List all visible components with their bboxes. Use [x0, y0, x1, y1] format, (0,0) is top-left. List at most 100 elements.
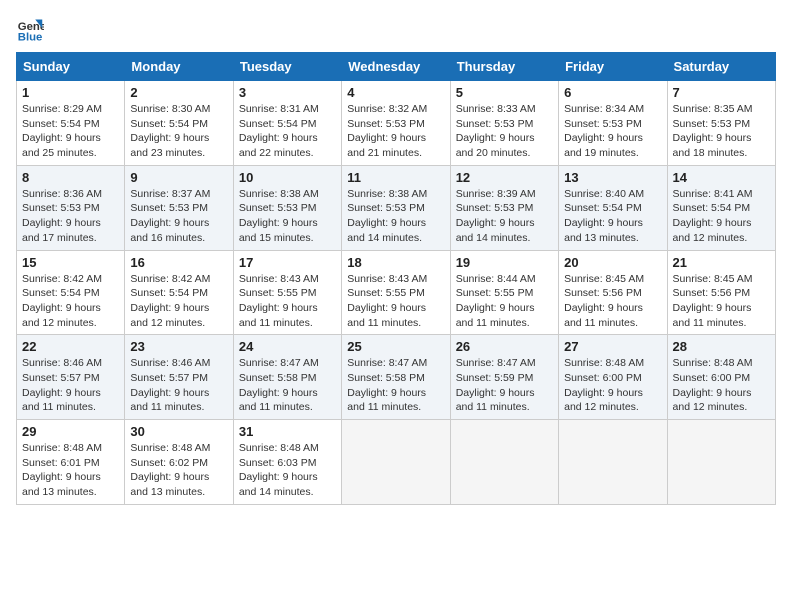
calendar: SundayMondayTuesdayWednesdayThursdayFrid… — [16, 52, 776, 505]
day-info: Sunrise: 8:42 AM Sunset: 5:54 PM Dayligh… — [22, 272, 119, 331]
calendar-day: 19 Sunrise: 8:44 AM Sunset: 5:55 PM Dayli… — [450, 250, 558, 335]
calendar-day: 4 Sunrise: 8:32 AM Sunset: 5:53 PM Daylig… — [342, 81, 450, 166]
calendar-day: 14 Sunrise: 8:41 AM Sunset: 5:54 PM Dayli… — [667, 165, 775, 250]
calendar-day: 25 Sunrise: 8:47 AM Sunset: 5:58 PM Dayli… — [342, 335, 450, 420]
calendar-day: 5Sunrise: 8:33 AM Sunset: 5:53 PM Daylig… — [450, 81, 558, 166]
day-info: Sunrise: 8:39 AM Sunset: 5:53 PM Dayligh… — [456, 187, 553, 246]
day-number: 17 — [239, 255, 336, 270]
day-number: 1 — [22, 85, 119, 100]
calendar-day: 10Sunrise: 8:38 AM Sunset: 5:53 PM Dayli… — [233, 165, 341, 250]
day-info: Sunrise: 8:32 AM Sunset: 5:53 PM Dayligh… — [347, 102, 444, 161]
weekday-header: Friday — [559, 53, 667, 81]
day-info: Sunrise: 8:30 AM Sunset: 5:54 PM Dayligh… — [130, 102, 227, 161]
day-number: 26 — [456, 339, 553, 354]
calendar-day: 26 Sunrise: 8:47 AM Sunset: 5:59 PM Dayli… — [450, 335, 558, 420]
day-number: 21 — [673, 255, 770, 270]
day-info: Sunrise: 8:45 AM Sunset: 5:56 PM Dayligh… — [564, 272, 661, 331]
calendar-header: SundayMondayTuesdayWednesdayThursdayFrid… — [17, 53, 776, 81]
day-number: 22 — [22, 339, 119, 354]
calendar-day: 8 Sunrise: 8:36 AM Sunset: 5:53 PM Daylig… — [17, 165, 125, 250]
day-info: Sunrise: 8:46 AM Sunset: 5:57 PM Dayligh… — [22, 356, 119, 415]
calendar-day: 2 Sunrise: 8:30 AM Sunset: 5:54 PM Daylig… — [125, 81, 233, 166]
calendar-day: 9 Sunrise: 8:37 AM Sunset: 5:53 PM Daylig… — [125, 165, 233, 250]
weekday-header: Tuesday — [233, 53, 341, 81]
day-info: Sunrise: 8:40 AM Sunset: 5:54 PM Dayligh… — [564, 187, 661, 246]
calendar-day: 13Sunrise: 8:40 AM Sunset: 5:54 PM Dayli… — [559, 165, 667, 250]
day-info: Sunrise: 8:31 AM Sunset: 5:54 PM Dayligh… — [239, 102, 336, 161]
calendar-week: 15 Sunrise: 8:42 AM Sunset: 5:54 PM Dayli… — [17, 250, 776, 335]
day-number: 5 — [456, 85, 553, 100]
weekday-header: Monday — [125, 53, 233, 81]
calendar-day: 20 Sunrise: 8:45 AM Sunset: 5:56 PM Dayli… — [559, 250, 667, 335]
day-number: 16 — [130, 255, 227, 270]
calendar-day: 30Sunrise: 8:48 AM Sunset: 6:02 PM Dayli… — [125, 420, 233, 505]
day-info: Sunrise: 8:48 AM Sunset: 6:00 PM Dayligh… — [564, 356, 661, 415]
day-info: Sunrise: 8:47 AM Sunset: 5:59 PM Dayligh… — [456, 356, 553, 415]
day-number: 25 — [347, 339, 444, 354]
day-number: 31 — [239, 424, 336, 439]
day-number: 30 — [130, 424, 227, 439]
day-number: 2 — [130, 85, 227, 100]
weekday-header: Wednesday — [342, 53, 450, 81]
day-number: 4 — [347, 85, 444, 100]
calendar-day: 15 Sunrise: 8:42 AM Sunset: 5:54 PM Dayli… — [17, 250, 125, 335]
day-info: Sunrise: 8:37 AM Sunset: 5:53 PM Dayligh… — [130, 187, 227, 246]
day-info: Sunrise: 8:36 AM Sunset: 5:53 PM Dayligh… — [22, 187, 119, 246]
calendar-day: 21 Sunrise: 8:45 AM Sunset: 5:56 PM Dayli… — [667, 250, 775, 335]
day-info: Sunrise: 8:42 AM Sunset: 5:54 PM Dayligh… — [130, 272, 227, 331]
calendar-day: 18Sunrise: 8:43 AM Sunset: 5:55 PM Dayli… — [342, 250, 450, 335]
day-info: Sunrise: 8:48 AM Sunset: 6:03 PM Dayligh… — [239, 441, 336, 500]
day-number: 19 — [456, 255, 553, 270]
calendar-day: 16 Sunrise: 8:42 AM Sunset: 5:54 PM Dayli… — [125, 250, 233, 335]
day-info: Sunrise: 8:38 AM Sunset: 5:53 PM Dayligh… — [347, 187, 444, 246]
calendar-day — [667, 420, 775, 505]
day-info: Sunrise: 8:43 AM Sunset: 5:55 PM Dayligh… — [239, 272, 336, 331]
day-info: Sunrise: 8:46 AM Sunset: 5:57 PM Dayligh… — [130, 356, 227, 415]
day-number: 3 — [239, 85, 336, 100]
calendar-day — [559, 420, 667, 505]
calendar-day: 23 Sunrise: 8:46 AM Sunset: 5:57 PM Dayli… — [125, 335, 233, 420]
calendar-day: 31 Sunrise: 8:48 AM Sunset: 6:03 PM Dayli… — [233, 420, 341, 505]
day-number: 10 — [239, 170, 336, 185]
calendar-body: 1 Sunrise: 8:29 AM Sunset: 5:54 PM Daylig… — [17, 81, 776, 505]
calendar-day: 24Sunrise: 8:47 AM Sunset: 5:58 PM Dayli… — [233, 335, 341, 420]
day-info: Sunrise: 8:43 AM Sunset: 5:55 PM Dayligh… — [347, 272, 444, 331]
calendar-day: 3 Sunrise: 8:31 AM Sunset: 5:54 PM Daylig… — [233, 81, 341, 166]
day-number: 8 — [22, 170, 119, 185]
day-number: 9 — [130, 170, 227, 185]
day-number: 20 — [564, 255, 661, 270]
calendar-day: 28Sunrise: 8:48 AM Sunset: 6:00 PM Dayli… — [667, 335, 775, 420]
day-number: 23 — [130, 339, 227, 354]
day-info: Sunrise: 8:34 AM Sunset: 5:53 PM Dayligh… — [564, 102, 661, 161]
calendar-day: 22 Sunrise: 8:46 AM Sunset: 5:57 PM Dayli… — [17, 335, 125, 420]
day-number: 15 — [22, 255, 119, 270]
day-info: Sunrise: 8:47 AM Sunset: 5:58 PM Dayligh… — [347, 356, 444, 415]
svg-text:Blue: Blue — [18, 32, 43, 44]
day-number: 14 — [673, 170, 770, 185]
calendar-day: 29Sunrise: 8:48 AM Sunset: 6:01 PM Dayli… — [17, 420, 125, 505]
day-number: 6 — [564, 85, 661, 100]
calendar-day — [342, 420, 450, 505]
day-info: Sunrise: 8:45 AM Sunset: 5:56 PM Dayligh… — [673, 272, 770, 331]
weekday-header: Sunday — [17, 53, 125, 81]
day-info: Sunrise: 8:48 AM Sunset: 6:01 PM Dayligh… — [22, 441, 119, 500]
weekday-header: Thursday — [450, 53, 558, 81]
calendar-day: 1 Sunrise: 8:29 AM Sunset: 5:54 PM Daylig… — [17, 81, 125, 166]
header: General Blue — [16, 16, 776, 44]
day-info: Sunrise: 8:48 AM Sunset: 6:00 PM Dayligh… — [673, 356, 770, 415]
logo-icon: General Blue — [16, 16, 44, 44]
day-number: 7 — [673, 85, 770, 100]
calendar-day: 17 Sunrise: 8:43 AM Sunset: 5:55 PM Dayli… — [233, 250, 341, 335]
calendar-week: 8 Sunrise: 8:36 AM Sunset: 5:53 PM Daylig… — [17, 165, 776, 250]
calendar-day: 27 Sunrise: 8:48 AM Sunset: 6:00 PM Dayli… — [559, 335, 667, 420]
day-info: Sunrise: 8:29 AM Sunset: 5:54 PM Dayligh… — [22, 102, 119, 161]
day-info: Sunrise: 8:35 AM Sunset: 5:53 PM Dayligh… — [673, 102, 770, 161]
weekday-header: Saturday — [667, 53, 775, 81]
logo: General Blue — [16, 16, 48, 44]
calendar-week: 29Sunrise: 8:48 AM Sunset: 6:01 PM Dayli… — [17, 420, 776, 505]
day-number: 27 — [564, 339, 661, 354]
day-number: 11 — [347, 170, 444, 185]
calendar-day: 12Sunrise: 8:39 AM Sunset: 5:53 PM Dayli… — [450, 165, 558, 250]
day-info: Sunrise: 8:41 AM Sunset: 5:54 PM Dayligh… — [673, 187, 770, 246]
day-info: Sunrise: 8:44 AM Sunset: 5:55 PM Dayligh… — [456, 272, 553, 331]
